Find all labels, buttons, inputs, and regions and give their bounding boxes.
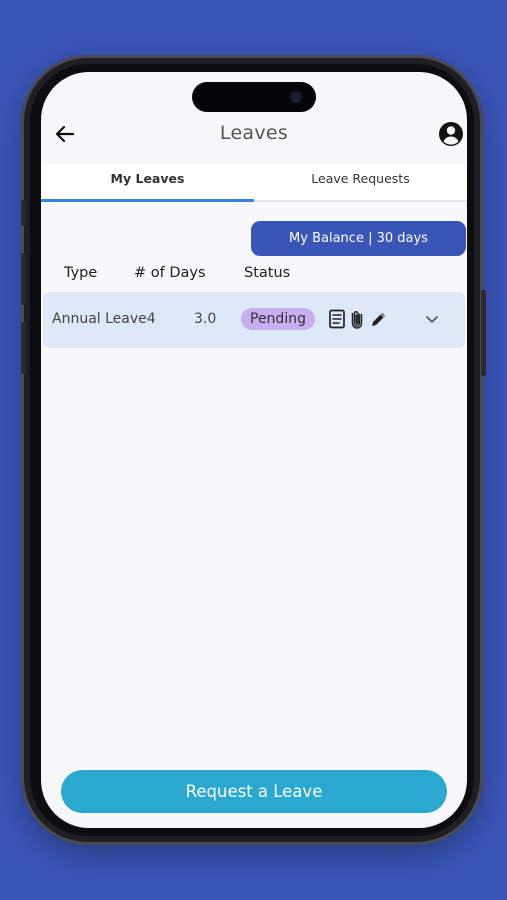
front-camera [290,91,302,103]
active-tab-indicator [41,199,254,202]
leave-type: Annual Leave4 [52,311,156,327]
status-badge: Pending [241,308,315,330]
profile-button[interactable] [437,120,465,148]
volume-down-button [21,322,26,374]
column-header-type: Type [64,265,98,281]
phone-screen: Leaves My Leaves Leave Requests My Balan… [41,72,467,828]
request-leave-button[interactable]: Request a Leave [61,770,447,813]
page-title: Leaves [219,122,289,144]
my-balance-button[interactable]: My Balance | 30 days [251,221,466,256]
volume-up-button [21,253,26,305]
pencil-icon [372,313,385,326]
account-circle-icon [439,122,463,146]
silent-switch [21,200,26,226]
document-icon [329,309,345,329]
tab-bar: My Leaves Leave Requests [41,164,467,202]
tab-leave-requests[interactable]: Leave Requests [254,164,467,200]
edit-button[interactable] [369,309,387,329]
dynamic-island [192,82,316,112]
leave-days: 3.0 [194,311,217,327]
expand-row-button[interactable] [421,308,443,330]
column-header-status: Status [244,265,291,281]
leave-row[interactable]: Annual Leave4 3.0 Pending [43,292,465,348]
chevron-down-icon [426,316,438,323]
power-button [481,290,486,376]
tab-my-leaves[interactable]: My Leaves [41,164,254,200]
view-details-button[interactable] [328,309,346,329]
attachments-button[interactable] [348,309,366,329]
app-header: Leaves [41,112,467,156]
app-preview-background: Leaves My Leaves Leave Requests My Balan… [0,0,507,900]
column-header-days: # of Days [134,265,206,281]
paperclip-icon [351,311,363,329]
